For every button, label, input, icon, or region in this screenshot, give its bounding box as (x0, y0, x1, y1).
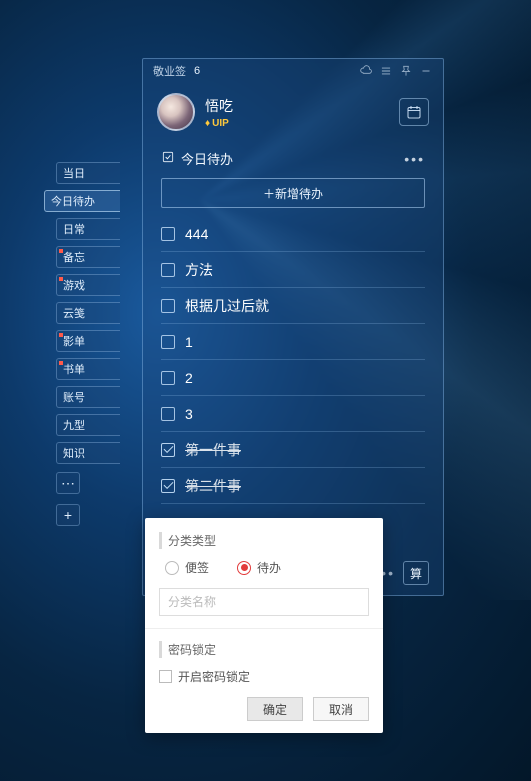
side-more-icon[interactable]: ⋯ (56, 472, 80, 494)
todo-item[interactable]: 2 (161, 360, 425, 396)
todo-checkbox[interactable] (161, 335, 175, 349)
dialog-type-label: 分类类型 (159, 532, 369, 549)
menu-icon[interactable] (379, 64, 393, 78)
todo-item[interactable]: 根据几过后就 (161, 288, 425, 324)
side-tab[interactable]: 当日 (56, 162, 120, 184)
todo-checkbox[interactable] (161, 299, 175, 313)
todo-label: 方法 (185, 260, 213, 280)
lock-checkbox-row[interactable]: 开启密码锁定 (159, 668, 369, 685)
radio-dot-icon (237, 561, 251, 575)
notification-count: 6 (194, 65, 200, 77)
category-dialog: 分类类型 便签 待办 密码锁定 开启密码锁定 确定 取消 (145, 518, 383, 733)
todo-checkbox[interactable] (161, 407, 175, 421)
calendar-button[interactable] (399, 98, 429, 126)
side-tab[interactable]: 账号 (56, 386, 120, 408)
dialog-lock-label: 密码锁定 (159, 641, 369, 658)
checkbox-icon (159, 670, 172, 683)
radio-todo-label: 待办 (257, 559, 281, 576)
dialog-buttons: 确定 取消 (159, 697, 369, 721)
vip-badge: UIP (205, 118, 233, 129)
radio-group: 便签 待办 (165, 559, 369, 576)
side-tabs: 当日今日待办日常备忘游戏云笺影单书单账号九型知识⋯+ (56, 162, 132, 526)
divider (145, 628, 383, 629)
section-more-icon[interactable]: ••• (404, 151, 425, 167)
todo-checkbox[interactable] (161, 479, 175, 493)
section-title: 今日待办 (181, 149, 233, 168)
todo-checkbox[interactable] (161, 263, 175, 277)
todo-label: 2 (185, 370, 193, 386)
lock-checkbox-label: 开启密码锁定 (178, 668, 250, 685)
todo-label: 根据几过后就 (185, 296, 269, 316)
todo-label: 3 (185, 406, 193, 422)
side-tab[interactable]: 书单 (56, 358, 120, 380)
cancel-button[interactable]: 取消 (313, 697, 369, 721)
todo-checkbox[interactable] (161, 371, 175, 385)
titlebar: 敬业签 6 (143, 59, 443, 83)
section-header: 今日待办 ••• (143, 141, 443, 174)
side-tab[interactable]: 云笺 (56, 302, 120, 324)
side-tab[interactable]: 九型 (56, 414, 120, 436)
calendar-icon (405, 103, 423, 121)
todo-item[interactable]: 1 (161, 324, 425, 360)
category-name-input[interactable] (159, 588, 369, 616)
todo-list: 444 方法根据几过后就 1 2 3 第一件事第二件事 (143, 216, 443, 504)
todo-label: 444 (185, 226, 208, 242)
todo-item[interactable]: 3 (161, 396, 425, 432)
radio-note-label: 便签 (185, 559, 209, 576)
profile-row: 悟吃 UIP (143, 83, 443, 141)
todo-item[interactable]: 方法 (161, 252, 425, 288)
pin-icon[interactable] (399, 64, 413, 78)
side-tab[interactable]: 影单 (56, 330, 120, 352)
main-window: 敬业签 6 悟吃 UIP (142, 58, 444, 596)
todo-label: 1 (185, 334, 193, 350)
todo-item[interactable]: 第二件事 (161, 468, 425, 504)
avatar[interactable] (157, 93, 195, 131)
radio-dot-icon (165, 561, 179, 575)
app-name: 敬业签 (153, 63, 186, 79)
cloud-sync-icon[interactable] (359, 64, 373, 78)
side-tab[interactable]: 知识 (56, 442, 120, 464)
profile-text: 悟吃 UIP (205, 96, 233, 129)
todo-checkbox[interactable] (161, 227, 175, 241)
side-tab[interactable]: 游戏 (56, 274, 120, 296)
radio-note[interactable]: 便签 (165, 559, 209, 576)
todo-checkbox[interactable] (161, 443, 175, 457)
side-tab[interactable]: 备忘 (56, 246, 120, 268)
username: 悟吃 (205, 96, 233, 116)
add-todo-button[interactable]: ＋新增待办 (161, 178, 425, 208)
side-add-button[interactable]: + (56, 504, 80, 526)
todo-section-icon (161, 150, 175, 167)
todo-label: 第二件事 (185, 476, 241, 496)
minimize-icon[interactable] (419, 64, 433, 78)
todo-label: 第一件事 (185, 440, 241, 460)
side-tab[interactable]: 日常 (56, 218, 120, 240)
ok-button[interactable]: 确定 (247, 697, 303, 721)
radio-todo[interactable]: 待办 (237, 559, 281, 576)
notification-badge[interactable]: 6 (192, 65, 200, 77)
side-tab[interactable]: 今日待办 (44, 190, 120, 212)
todo-item[interactable]: 444 (161, 216, 425, 252)
calc-button[interactable]: 算 (403, 561, 429, 585)
todo-item[interactable]: 第一件事 (161, 432, 425, 468)
